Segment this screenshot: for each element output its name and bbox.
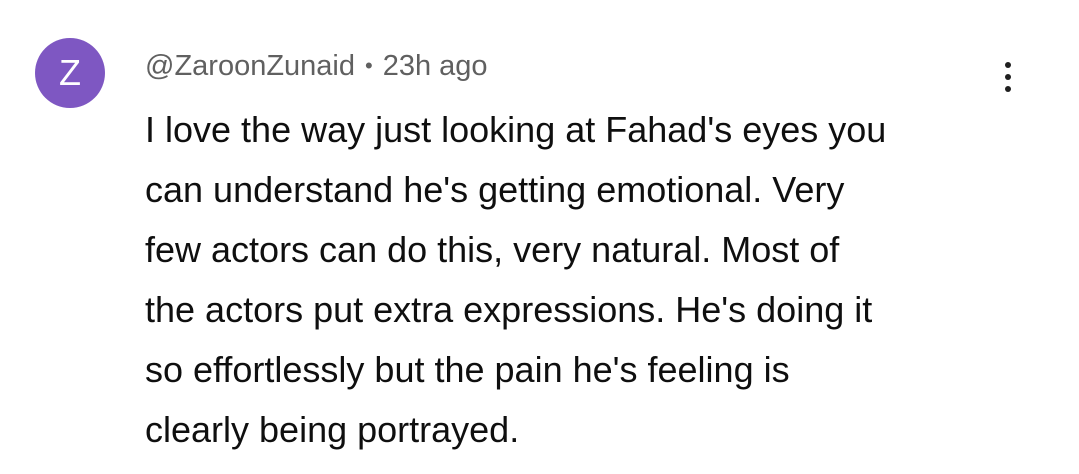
more-vertical-icon: [1005, 74, 1011, 80]
more-options-button[interactable]: [986, 55, 1030, 99]
comment-text-line: clearly being portrayed.: [145, 409, 520, 450]
comment-text-line: I love the way just looking at Fahad's e…: [145, 109, 887, 150]
comment-text-line: so effortlessly but the pain he's feelin…: [145, 349, 790, 390]
more-vertical-icon: [1005, 62, 1011, 68]
comment-timestamp: 23h ago: [382, 49, 488, 82]
author-handle[interactable]: @ZaroonZunaid: [145, 50, 355, 83]
more-vertical-icon: [1005, 86, 1011, 92]
comment-text-line: the actors put extra expressions. He's d…: [145, 289, 873, 330]
avatar[interactable]: Z: [35, 38, 105, 108]
comment-header: @ZaroonZunaid • 23h ago: [145, 44, 488, 88]
separator-dot: •: [365, 53, 373, 78]
comment-text-line: can understand he's getting emotional. V…: [145, 169, 845, 210]
comment-text-line: few actors can do this, very natural. Mo…: [145, 229, 840, 270]
comment-item: Z @ZaroonZunaid • 23h ago I love the way…: [0, 0, 1079, 474]
comment-text: I love the way just looking at Fahad's e…: [145, 100, 1015, 460]
